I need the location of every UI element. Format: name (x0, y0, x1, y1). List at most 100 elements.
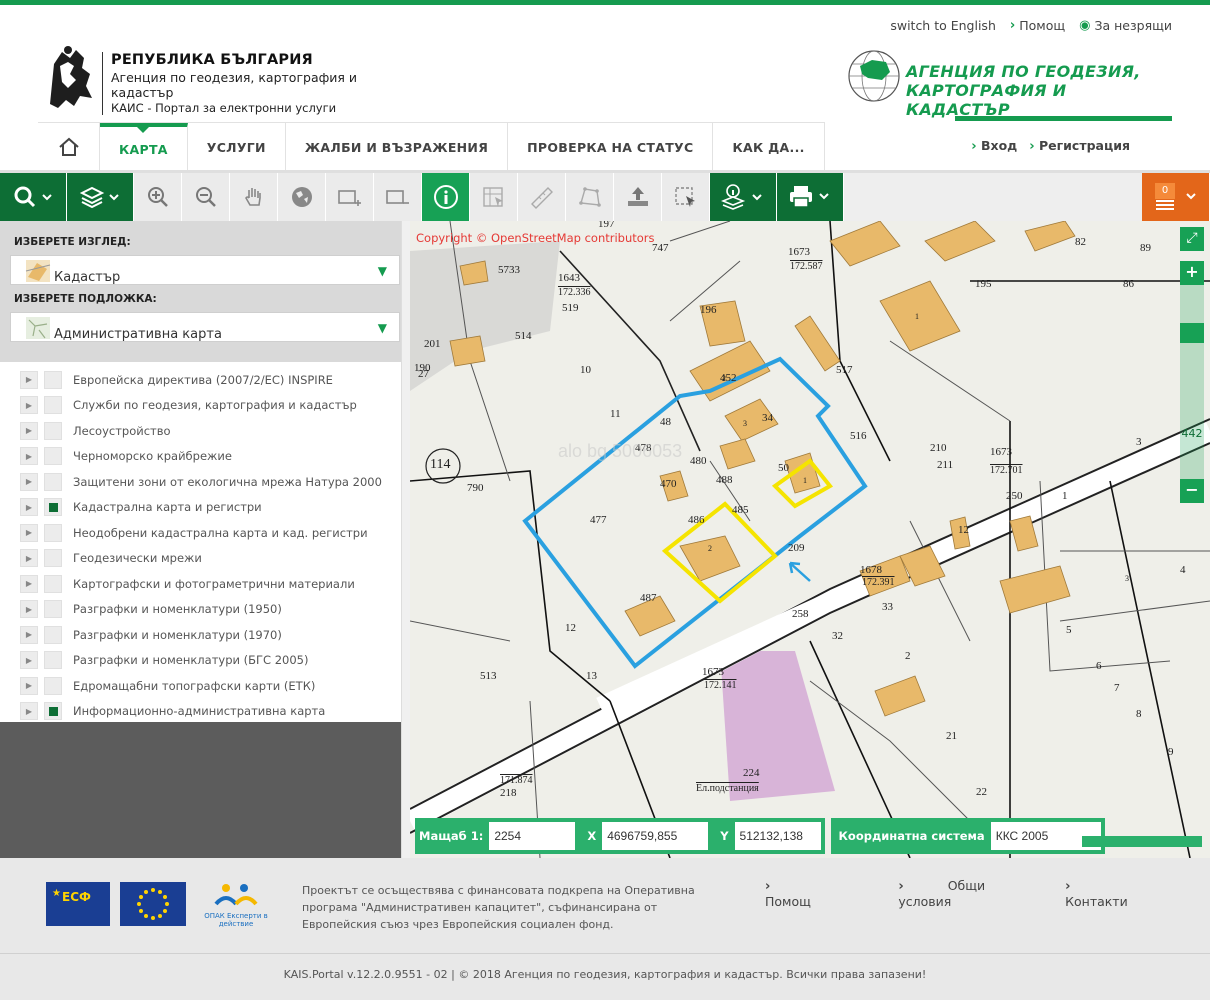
search-button[interactable] (0, 173, 67, 221)
zoom-plus-button[interactable]: + (1180, 261, 1204, 285)
parcel-label: 197 (598, 221, 615, 230)
zoom-in-button[interactable] (134, 173, 182, 221)
pan-button[interactable] (230, 173, 278, 221)
layer-checkbox[interactable] (44, 472, 62, 491)
remove-rectangle-button[interactable] (374, 173, 422, 221)
layer-row[interactable]: ▶ Черноморско крайбрежие (0, 444, 401, 469)
layer-checkbox[interactable] (44, 498, 62, 516)
full-extent-button[interactable] (278, 173, 326, 221)
layer-row[interactable]: ▶ Служби по геодезия, картография и кадас… (0, 393, 401, 418)
expand-arrow-icon[interactable]: ▶ (20, 370, 38, 389)
parcel-label: 5 (1066, 624, 1072, 636)
layer-checkbox[interactable] (44, 447, 62, 465)
cart-menu-button[interactable] (1142, 173, 1210, 221)
expand-arrow-icon[interactable]: ▶ (20, 549, 38, 567)
base-map-select[interactable]: Административна карта ▼ (10, 312, 400, 342)
measure-distance-button[interactable] (518, 173, 566, 221)
map-canvas[interactable]: 197 747 5733 1643 172.336 519 514 201 27 190 10 11 4… (410, 221, 1210, 858)
layer-row[interactable]: ▶ Разграфки и номенклатури (БГС 2005) (0, 648, 401, 673)
layer-checkbox[interactable] (44, 600, 62, 618)
layer-row[interactable]: ▶ Геодезически мрежи (0, 546, 401, 571)
layer-checkbox[interactable] (44, 574, 62, 593)
cadastral-map[interactable]: 19774757331643172.33651951420127190 10114… (410, 221, 1210, 858)
nav-tab-how-to[interactable]: КАК ДА... (713, 123, 825, 171)
info-icon (433, 185, 458, 209)
login-link[interactable]: › Вход (971, 138, 1017, 154)
expand-arrow-icon[interactable]: ▶ (20, 574, 38, 593)
layer-row[interactable]: ▶ Разграфки и номенклатури (1970) (0, 622, 401, 647)
expand-arrow-icon[interactable]: ▶ (20, 396, 38, 414)
layer-checkbox[interactable] (44, 421, 62, 440)
switch-language-link[interactable]: switch to English (890, 18, 996, 33)
layer-checkbox[interactable] (44, 396, 62, 414)
nav-tab-services[interactable]: УСЛУГИ (188, 123, 286, 171)
layer-label: Защитени зони от екологична мрежа Натура… (73, 474, 382, 489)
fullscreen-button[interactable]: ⤢ (1180, 227, 1204, 251)
nav-tab-map[interactable]: КАРТА (100, 123, 188, 171)
zoom-track[interactable] (1180, 285, 1204, 479)
layer-row[interactable]: ▶ Информационно-административна карта (0, 699, 401, 724)
help-link-label: Помощ (1019, 18, 1066, 33)
help-link[interactable]: › Помощ (1010, 18, 1065, 33)
layer-row[interactable]: ▶ Защитени зони от екологична мрежа Натур… (0, 469, 401, 494)
expand-arrow-icon[interactable]: ▶ (20, 702, 38, 720)
layer-checkbox[interactable] (44, 651, 62, 669)
esf-logo: ЕСФ ★ (46, 882, 110, 926)
register-link[interactable]: › Регистрация (1029, 138, 1130, 154)
expand-arrow-icon[interactable]: ▶ (20, 498, 38, 516)
republic-logo[interactable]: РЕПУБЛИКА БЪЛГАРИЯ Агенция по геодезия, … (40, 44, 400, 115)
view-select[interactable]: Кадастър ▼ (10, 255, 400, 285)
home-button[interactable] (38, 123, 100, 171)
layer-row[interactable]: ▶ Европейска директива (2007/2/EC) INSPIR… (0, 367, 401, 392)
layer-checkbox[interactable] (44, 370, 62, 389)
expand-arrow-icon[interactable]: ▶ (20, 651, 38, 669)
expand-arrow-icon[interactable]: ▶ (20, 625, 38, 644)
layer-row[interactable]: ▶ Едромащабни топографски карти (ЕТК) (0, 673, 401, 698)
expand-arrow-icon[interactable]: ▶ (20, 472, 38, 491)
layer-checkbox[interactable] (44, 625, 62, 644)
expand-arrow-icon[interactable]: ▶ (20, 523, 38, 542)
map-copyright: Copyright © OpenStreetMap contributors (416, 231, 655, 245)
expand-arrow-icon[interactable]: ▶ (20, 676, 38, 695)
layer-row[interactable]: ▶ Картографски и фотограметрични материал… (0, 571, 401, 596)
agency-logo[interactable]: АГЕНЦИЯ ПО ГЕОДЕЗИЯ, КАРТОГРАФИЯ И КАДАС… (846, 48, 1176, 119)
accessibility-link[interactable]: ◉ За незрящи (1079, 18, 1172, 33)
zoom-minus-button[interactable]: − (1180, 479, 1204, 503)
agency-underline (955, 116, 1172, 121)
identify-button[interactable] (422, 173, 470, 221)
zoom-out-button[interactable] (182, 173, 230, 221)
layer-row[interactable]: ▶ Неодобрени кадастрална карта и кад. рег… (0, 520, 401, 545)
footer-link-help-label: Помощ (765, 894, 811, 909)
expand-arrow-icon[interactable]: ▶ (20, 421, 38, 440)
star-icon: ★ (52, 888, 61, 899)
layer-checkbox[interactable] (44, 549, 62, 567)
footer-link-terms[interactable]: › Общи условия (898, 878, 1025, 909)
expand-arrow-icon[interactable]: ▶ (20, 600, 38, 618)
y-coordinate-input[interactable] (734, 822, 821, 850)
nav-tab-complaints[interactable]: ЖАЛБИ И ВЪЗРАЖЕНИЯ (286, 123, 509, 171)
zoom-slider[interactable]: + 442 − (1180, 261, 1204, 503)
layers-button[interactable] (67, 173, 134, 221)
info-layers-button[interactable] (710, 173, 777, 221)
layer-row[interactable]: ▶ Кадастрална карта и регистри (0, 495, 401, 520)
parcel-label: 50 (778, 462, 790, 474)
layer-checkbox[interactable] (44, 676, 62, 695)
layer-row[interactable]: ▶ Лесоустройство (0, 418, 401, 443)
upload-button[interactable] (614, 173, 662, 221)
scale-input[interactable] (489, 822, 576, 850)
select-area-button[interactable] (662, 173, 710, 221)
x-coordinate-input[interactable] (602, 822, 709, 850)
layer-checkbox[interactable] (44, 523, 62, 542)
footer-link-contacts[interactable]: › Контакти (1065, 878, 1170, 909)
measure-area-button[interactable] (566, 173, 614, 221)
zoom-handle[interactable] (1180, 323, 1204, 343)
print-button[interactable] (777, 173, 844, 221)
nav-tab-status-check[interactable]: ПРОВЕРКА НА СТАТУС (508, 123, 714, 171)
add-rectangle-button[interactable] (326, 173, 374, 221)
expand-arrow-icon[interactable]: ▶ (20, 447, 38, 465)
footer-link-help[interactable]: › Помощ (765, 878, 858, 909)
measure-coordinates-button[interactable] (470, 173, 518, 221)
layer-row[interactable]: ▶ Разграфки и номенклатури (1950) (0, 597, 401, 622)
layer-checkbox[interactable] (44, 702, 62, 720)
panel-splitter[interactable] (401, 221, 410, 858)
